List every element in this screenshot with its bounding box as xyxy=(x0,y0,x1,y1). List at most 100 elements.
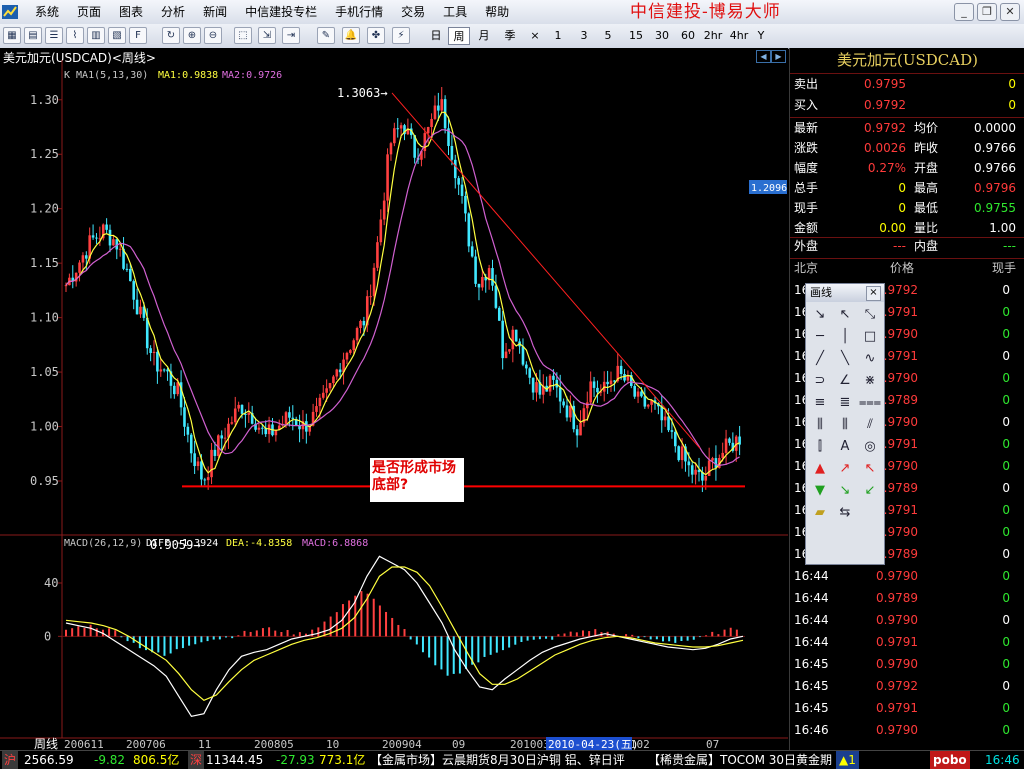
bar-icon[interactable]: ▧ xyxy=(108,27,126,44)
draw-tool-icon-6[interactable]: ╱ xyxy=(808,348,832,370)
list-icon[interactable]: ☰ xyxy=(45,27,63,44)
alert-count[interactable]: ▲1 xyxy=(836,751,859,769)
tick-volume: 0 xyxy=(1002,481,1010,495)
menu-item-7[interactable]: 交易 xyxy=(392,0,434,24)
draw-tool-icon-17[interactable]: ⫽ xyxy=(858,414,882,436)
menu-item-6[interactable]: 手机行情 xyxy=(326,0,392,24)
candle xyxy=(145,317,149,349)
draw-tool-icon-20[interactable]: ◎ xyxy=(858,436,882,458)
candle xyxy=(288,412,291,418)
chart-annotation: 是否形成市场底部? xyxy=(370,458,464,502)
period-10[interactable]: 60 xyxy=(678,27,698,45)
import-icon[interactable]: ⇥ xyxy=(282,27,300,44)
news-ticker-2[interactable]: 【稀贵金属】TOCOM 30日黄金期 xyxy=(648,751,832,769)
draw-tool-icon-10[interactable]: ∠ xyxy=(833,370,857,392)
flash-icon[interactable]: ⚡ xyxy=(392,27,410,44)
draw-tool-icon-1[interactable]: ↖ xyxy=(833,304,857,326)
menu-item-1[interactable]: 页面 xyxy=(68,0,110,24)
menu-item-2[interactable]: 图表 xyxy=(110,0,152,24)
draw-tool-icon-8[interactable]: ∿ xyxy=(858,348,882,370)
indicator-icon[interactable]: ✤ xyxy=(367,27,385,44)
period-6[interactable]: 3 xyxy=(576,27,592,45)
menu-item-8[interactable]: 工具 xyxy=(434,0,476,24)
draw-tool-icon-3[interactable]: ─ xyxy=(808,326,832,348)
quote-icon[interactable]: ▦ xyxy=(3,27,21,44)
sh-label: 沪 xyxy=(2,751,19,769)
period-4[interactable]: × xyxy=(528,27,542,45)
price-chart[interactable]: 1.30 1.25 1.20 1.15 1.10 1.05 1.00 0.95 40 0 K MA1… xyxy=(0,48,788,750)
period-12[interactable]: 4hr xyxy=(728,27,750,45)
draw-tool-icon-25[interactable]: ↘ xyxy=(833,480,857,502)
restore-button[interactable]: ❐ xyxy=(977,3,997,21)
palette-close-button[interactable]: × xyxy=(866,286,881,301)
ma1-line xyxy=(65,111,740,476)
zoom-in-icon[interactable]: ⊕ xyxy=(183,27,201,44)
draw-tool-icon-0[interactable]: ↘ xyxy=(808,304,832,326)
draw-tool-icon-21[interactable]: ▲ xyxy=(808,458,832,480)
minute-chart-icon[interactable]: ⌇ xyxy=(66,27,84,44)
draw-tool-icon-13[interactable]: ≣ xyxy=(833,392,857,414)
f10-icon[interactable]: F xyxy=(129,27,147,44)
close-button[interactable]: ✕ xyxy=(1000,3,1020,21)
period-7[interactable]: 5 xyxy=(600,27,616,45)
chart-area[interactable]: 美元加元(USDCAD)<周线> ◀ ▶ 1.30 1.25 1.20 1.15 1.1… xyxy=(0,48,788,750)
draw-tool-icon-7[interactable]: ╲ xyxy=(833,348,857,370)
menu-item-9[interactable]: 帮助 xyxy=(476,0,518,24)
menu-item-5[interactable]: 中信建投专栏 xyxy=(236,0,326,24)
export-icon[interactable]: ⇲ xyxy=(258,27,276,44)
draw-tool-icon-19[interactable]: A xyxy=(833,436,857,458)
minimize-button[interactable]: _ xyxy=(954,3,974,21)
draw-tool-icon-15[interactable]: ⫼ xyxy=(808,414,832,436)
draw-line-icon[interactable]: ✎ xyxy=(317,27,335,44)
draw-tool-icon-26[interactable]: ↙ xyxy=(858,480,882,502)
drawing-palette[interactable]: 画线 × ↘ ↖ ⤡ ─ │ □ ╱ ╲ ∿ ⊃ ∠ ⋇ ≡ ≣ ⩶ ⫼ ⫼ ⫽ ⫿ A ◎ ▲ ↗ ↖ ▼ ↘ ↙ ▰ ⇆ xyxy=(805,283,885,565)
draw-tool-icon-24[interactable]: ▼ xyxy=(808,480,832,502)
draw-tool-icon-22[interactable]: ↗ xyxy=(833,458,857,480)
zoom-out-icon[interactable]: ⊖ xyxy=(204,27,222,44)
menu-item-0[interactable]: 系统 xyxy=(26,0,68,24)
draw-tool-icon-5[interactable]: □ xyxy=(858,326,882,348)
kline-icon[interactable]: ▥ xyxy=(87,27,105,44)
tick-row: 16:44 0.9790 0 xyxy=(790,565,1024,587)
period-11[interactable]: 2hr xyxy=(702,27,724,45)
draw-tool-icon-4[interactable]: │ xyxy=(833,326,857,348)
refresh-icon[interactable]: ↻ xyxy=(162,27,180,44)
quote-row: 现手 0 最低 0.9755 xyxy=(790,198,1024,219)
quote-value: 0.9792 xyxy=(864,121,906,135)
period-0[interactable]: 日 xyxy=(428,27,444,45)
ticks-header-price: 价格 xyxy=(890,261,915,275)
draw-tool-icon-23[interactable]: ↖ xyxy=(858,458,882,480)
period-13[interactable]: Y xyxy=(754,27,768,45)
price-tick-label: 1.00 xyxy=(30,420,59,434)
draw-tool-icon-12[interactable]: ≡ xyxy=(808,392,832,414)
news-ticker-1[interactable]: 【金属市场】云晨期货8月30日沪铜 铝、锌日评 xyxy=(370,751,625,769)
candle xyxy=(91,235,95,238)
candle xyxy=(663,416,667,421)
period-1[interactable]: 周 xyxy=(448,27,470,45)
draw-tool-icon-28[interactable]: ⇆ xyxy=(833,502,857,524)
alarm-icon[interactable]: 🔔 xyxy=(342,27,360,44)
candle xyxy=(579,422,582,436)
draw-tool-icon-27[interactable]: ▰ xyxy=(808,502,832,524)
menu-item-4[interactable]: 新闻 xyxy=(194,0,236,24)
period-2[interactable]: 月 xyxy=(474,27,494,45)
menu-item-3[interactable]: 分析 xyxy=(152,0,194,24)
draw-tool-icon-9[interactable]: ⊃ xyxy=(808,370,832,392)
period-8[interactable]: 15 xyxy=(626,27,646,45)
candle xyxy=(257,427,261,430)
draw-tool-icon-16[interactable]: ⫼ xyxy=(833,414,857,436)
table-icon[interactable]: ▤ xyxy=(24,27,42,44)
palette-title-bar[interactable]: 画线 × xyxy=(806,284,884,302)
period-9[interactable]: 30 xyxy=(652,27,672,45)
tick-row: 16:44 0.9791 0 xyxy=(790,631,1024,653)
draw-tool-icon-14[interactable]: ⩶ xyxy=(858,392,882,414)
draw-tool-icon-18[interactable]: ⫿ xyxy=(808,436,832,458)
period-5[interactable]: 1 xyxy=(550,27,566,45)
candle xyxy=(464,195,467,214)
candle xyxy=(338,369,342,373)
period-3[interactable]: 季 xyxy=(500,27,520,45)
draw-tool-icon-11[interactable]: ⋇ xyxy=(858,370,882,392)
draw-tool-icon-2[interactable]: ⤡ xyxy=(858,304,882,326)
select-icon[interactable]: ⬚ xyxy=(234,27,252,44)
quote-value: 0.9766 xyxy=(974,161,1016,175)
